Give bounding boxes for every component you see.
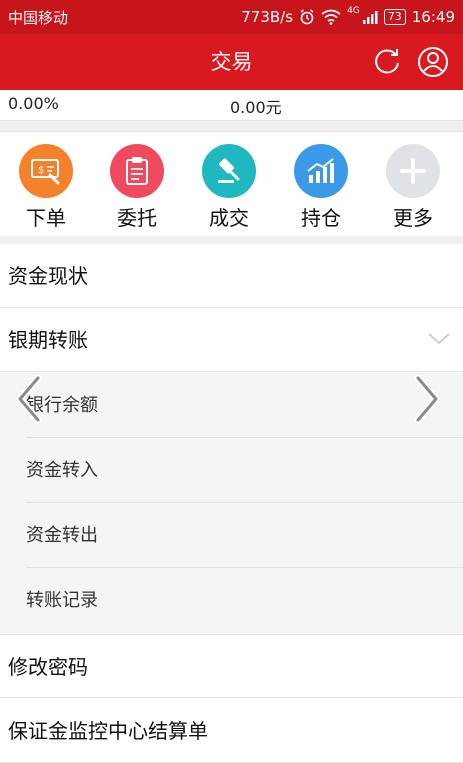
menu-change-password[interactable]: 修改密码 (0, 634, 463, 698)
menu-bank-transfer[interactable]: 银期转账 (0, 308, 463, 372)
quick-action-position[interactable]: 持仓 (275, 144, 367, 231)
clock: 16:49 (411, 8, 455, 26)
profit-amount: 0.00元 (230, 98, 282, 117)
quick-action-label: 成交 (209, 206, 249, 230)
chart-icon (294, 144, 348, 198)
battery-icon: 73 (383, 9, 406, 25)
quick-action-label: 委托 (117, 206, 157, 230)
status-bar: 中国移动 773B/s 4G 73 16:49 (0, 0, 463, 34)
refresh-icon[interactable] (371, 46, 403, 78)
network-type: 4G (347, 6, 360, 16)
clipboard-icon (110, 144, 164, 198)
section-gap (0, 121, 463, 131)
quick-action-label: 更多 (393, 206, 433, 230)
profit-percent: 0.00% (8, 94, 59, 113)
chevron-right-icon[interactable] (410, 372, 444, 426)
submenu-transfer-in[interactable]: 资金转入 (0, 438, 463, 503)
submenu-bank-balance[interactable]: 银行余额 (0, 373, 463, 438)
quick-actions: $ 下单 委托 成交 持仓 更多 (0, 131, 463, 237)
menu-label: 修改密码 (8, 655, 88, 679)
svg-text:$: $ (38, 165, 44, 176)
quick-action-deal[interactable]: 成交 (183, 144, 275, 231)
submenu-transfer-records[interactable]: 转账记录 (0, 568, 463, 633)
account-summary: 0.00% 0.00元 (0, 90, 463, 121)
menu-label: 资金现状 (8, 264, 88, 288)
submenu-label: 资金转入 (26, 460, 98, 481)
submenu-label: 转账记录 (26, 590, 98, 611)
section-gap (0, 236, 463, 244)
quick-action-label: 下单 (26, 206, 66, 230)
chevron-down-icon (428, 333, 450, 345)
plus-icon (386, 144, 440, 198)
chevron-left-icon[interactable] (12, 372, 46, 426)
menu-margin-statement[interactable]: 保证金监控中心结算单 (0, 699, 463, 763)
menu-label: 银期转账 (8, 328, 88, 352)
submenu-transfer-out[interactable]: 资金转出 (0, 503, 463, 568)
user-icon[interactable] (417, 46, 449, 78)
quick-action-more[interactable]: 更多 (367, 144, 459, 231)
menu-funds-status[interactable]: 资金现状 (0, 244, 463, 308)
submenu-label: 资金转出 (26, 525, 98, 546)
wifi-icon (321, 9, 341, 25)
quick-action-label: 持仓 (301, 206, 341, 230)
alarm-icon (300, 9, 314, 25)
gavel-icon (202, 144, 256, 198)
quick-action-entrust[interactable]: 委托 (91, 144, 183, 231)
signal-icon (362, 11, 378, 24)
status-indicators: 773B/s 4G 73 16:49 (241, 6, 455, 26)
carrier-name: 中国移动 (8, 8, 69, 27)
order-icon: $ (19, 144, 73, 198)
quick-action-order[interactable]: $ 下单 (0, 144, 92, 231)
app-bar: 交易 (0, 34, 463, 90)
menu-label: 保证金监控中心结算单 (8, 719, 208, 743)
network-speed: 773B/s (241, 8, 294, 26)
